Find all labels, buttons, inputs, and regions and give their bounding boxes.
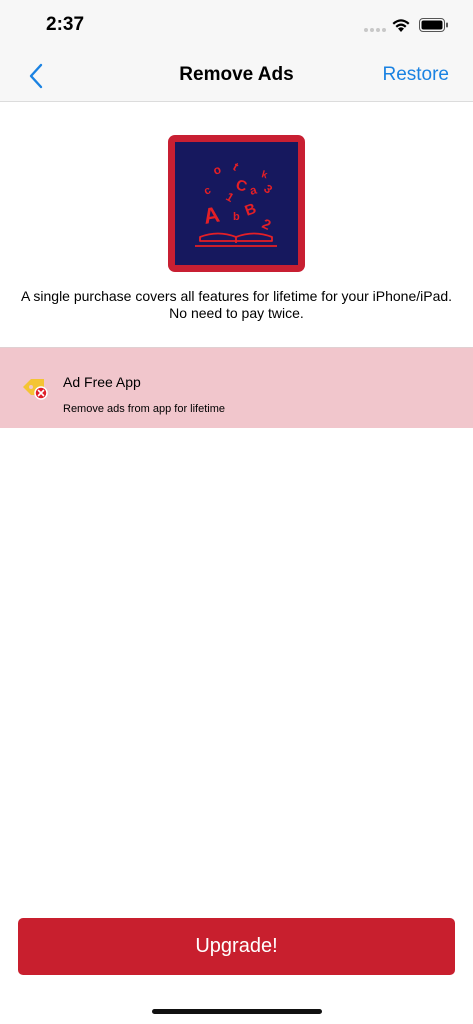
logo-letter: b [233, 211, 240, 223]
description-line-2: No need to pay twice. [169, 305, 304, 321]
restore-button[interactable]: Restore [382, 64, 449, 86]
purchase-description: A single purchase covers all features fo… [10, 288, 463, 322]
logo-letter: 3 [261, 182, 275, 197]
logo-letter: B [243, 200, 259, 220]
feature-title: Ad Free App [63, 374, 141, 390]
logo-letter: a [248, 183, 258, 198]
navigation-bar: Remove Ads Restore [0, 50, 473, 102]
logo-letter: o [211, 162, 223, 178]
feature-row-ad-free: Ad Free App Remove ads from app for life… [0, 347, 473, 428]
app-logo: o t k c 1 C a 3 A b B 2 [168, 135, 305, 272]
logo-letter: k [260, 169, 269, 181]
feature-subtitle: Remove ads from app for lifetime [63, 403, 226, 415]
logo-letter: 2 [260, 215, 274, 233]
status-time: 2:37 [46, 14, 85, 35]
home-indicator [152, 1009, 322, 1014]
logo-letter: A [202, 202, 222, 229]
status-bar: 2:37 [0, 0, 473, 50]
logo-letter: C [234, 176, 249, 195]
no-ads-tag-icon [23, 379, 48, 400]
description-line-1: A single purchase covers all features fo… [20, 288, 453, 304]
wifi-icon [392, 19, 410, 32]
battery-icon [419, 18, 448, 32]
book-with-letters-icon: o t k c 1 C a 3 A b B 2 [195, 159, 277, 247]
cellular-signal-icon [364, 28, 386, 32]
logo-letter: t [231, 159, 241, 173]
upgrade-button[interactable]: Upgrade! [18, 918, 455, 975]
logo-letter: c [202, 184, 213, 197]
